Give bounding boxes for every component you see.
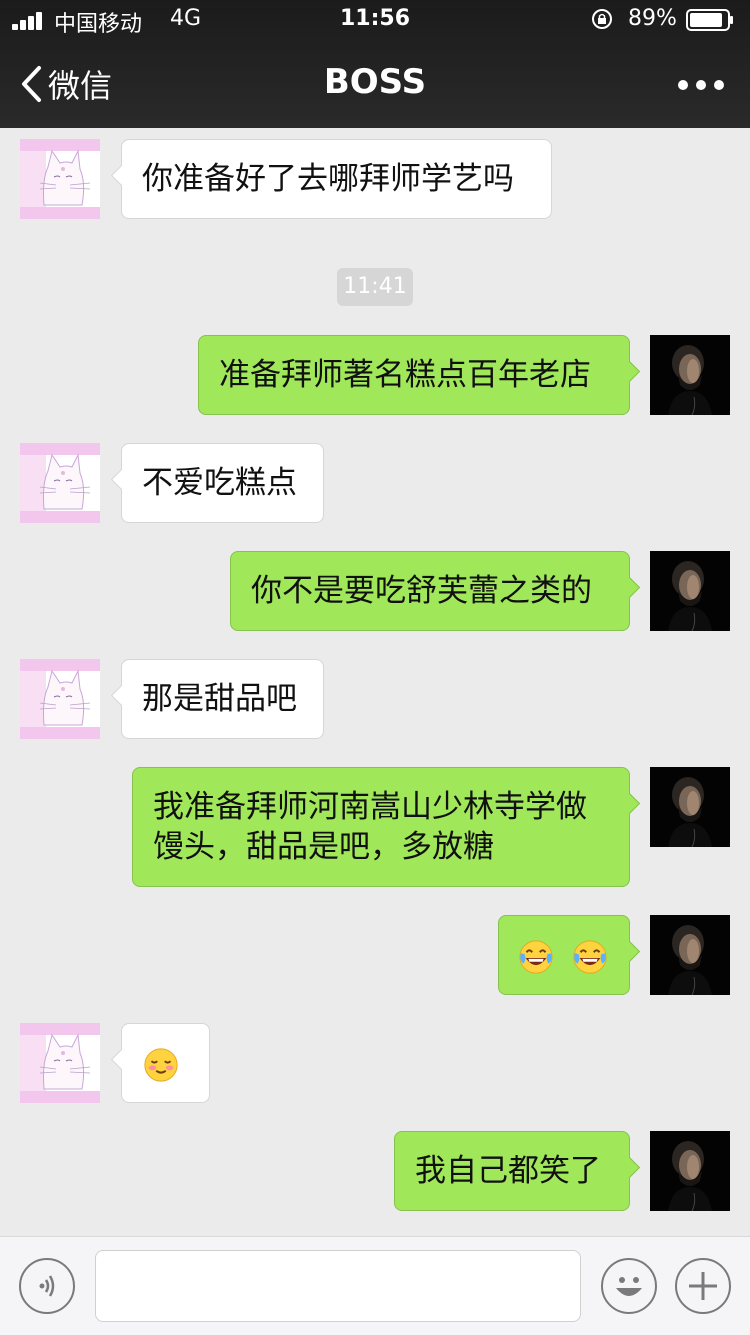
laughing-tears-emoji <box>571 938 609 976</box>
incoming-message-bubble[interactable]: 你准备好了去哪拜师学艺吗 <box>110 139 552 219</box>
battery-percent: 89% <box>628 6 677 31</box>
chat-title: BOSS <box>323 62 427 102</box>
message-text: 我自己都笑了 <box>415 1153 601 1189</box>
emoji-button[interactable] <box>601 1258 657 1314</box>
chat-timestamp: 11:41 <box>337 268 413 306</box>
outgoing-message-bubble[interactable]: 我准备拜师河南嵩山少林寺学做馒头，甜品是吧，多放糖 <box>132 767 641 887</box>
laughing-tears-emoji <box>517 938 555 976</box>
my-avatar[interactable] <box>650 767 730 847</box>
message-text: 准备拜师著名糕点百年老店 <box>219 357 591 393</box>
more-dots-icon[interactable] <box>676 78 726 92</box>
contact-avatar[interactable] <box>20 139 100 219</box>
contact-avatar[interactable] <box>20 659 100 739</box>
status-bar: 中国移动 4G 11:56 89% <box>0 0 750 40</box>
outgoing-message-bubble[interactable]: 我自己都笑了 <box>394 1131 641 1211</box>
message-text: 你不是要吃舒芙蕾之类的 <box>251 573 592 609</box>
rotation-lock-icon <box>592 9 612 29</box>
my-avatar[interactable] <box>650 335 730 415</box>
my-avatar[interactable] <box>650 915 730 995</box>
battery-icon <box>686 9 733 31</box>
incoming-message-bubble[interactable]: 不爱吃糕点 <box>110 443 324 523</box>
message-text: 不爱吃糕点 <box>142 465 297 501</box>
incoming-message-bubble[interactable]: 那是甜品吧 <box>110 659 324 739</box>
message-text: 我准备拜师河南嵩山少林寺学做馒头，甜品是吧，多放糖 <box>153 789 587 865</box>
incoming-message-bubble[interactable] <box>110 1023 210 1103</box>
contact-avatar[interactable] <box>20 1023 100 1103</box>
plus-icon <box>689 1272 717 1300</box>
contact-avatar[interactable] <box>20 443 100 523</box>
voice-icon <box>39 1275 55 1297</box>
outgoing-message-bubble[interactable]: 准备拜师著名糕点百年老店 <box>198 335 641 415</box>
input-bar <box>0 1236 750 1335</box>
message-text: 你准备好了去哪拜师学艺吗 <box>142 161 514 197</box>
my-avatar[interactable] <box>650 551 730 631</box>
voice-button[interactable] <box>19 1258 75 1314</box>
smiley-icon <box>616 1277 642 1296</box>
outgoing-message-bubble[interactable]: 你不是要吃舒芙蕾之类的 <box>230 551 641 631</box>
plus-button[interactable] <box>675 1258 731 1314</box>
message-text: 那是甜品吧 <box>142 681 297 717</box>
top-bar: 中国移动 4G 11:56 89% 微信 BOSS <box>0 0 750 128</box>
blushing-smile-emoji <box>142 1046 180 1084</box>
message-input[interactable] <box>95 1250 581 1322</box>
my-avatar[interactable] <box>650 1131 730 1211</box>
outgoing-message-bubble[interactable] <box>498 915 641 995</box>
nav-bar: 微信 BOSS <box>0 40 750 128</box>
